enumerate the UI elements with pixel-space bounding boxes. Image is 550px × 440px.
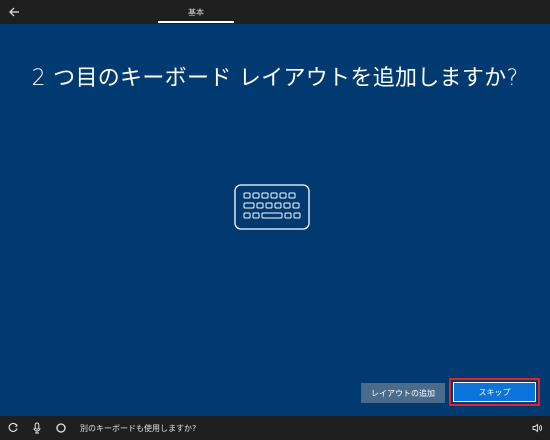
cortana-icon: [56, 423, 66, 433]
back-arrow-icon: [9, 7, 19, 17]
ease-of-access-icon: [8, 422, 18, 432]
oobe-screen: 基本 2 つ目のキーボード レイアウトを追加しますか? レイアウトの追加 スキッ…: [0, 0, 550, 440]
tab-active-indicator: [158, 21, 234, 23]
microphone-button[interactable]: [29, 420, 45, 436]
page-title: 2 つ目のキーボード レイアウトを追加しますか?: [31, 66, 519, 91]
keyboard-icon: [234, 184, 310, 230]
top-bar: 基本: [0, 0, 550, 24]
skip-label: スキップ: [478, 387, 511, 397]
tab-basics-label: 基本: [188, 7, 204, 17]
ease-of-access-button[interactable]: [5, 420, 21, 436]
volume-icon: [532, 423, 543, 433]
status-text: 別のキーボードも使用しますか?: [80, 423, 197, 433]
add-layout-label: レイアウトの追加: [371, 388, 435, 398]
add-layout-button[interactable]: レイアウトの追加: [361, 383, 445, 403]
back-button[interactable]: [4, 2, 24, 22]
skip-button[interactable]: スキップ: [453, 382, 536, 402]
volume-button[interactable]: [529, 420, 545, 436]
bottom-taskbar: 別のキーボードも使用しますか?: [0, 416, 550, 440]
cortana-button[interactable]: [53, 420, 69, 436]
microphone-icon: [33, 422, 41, 434]
